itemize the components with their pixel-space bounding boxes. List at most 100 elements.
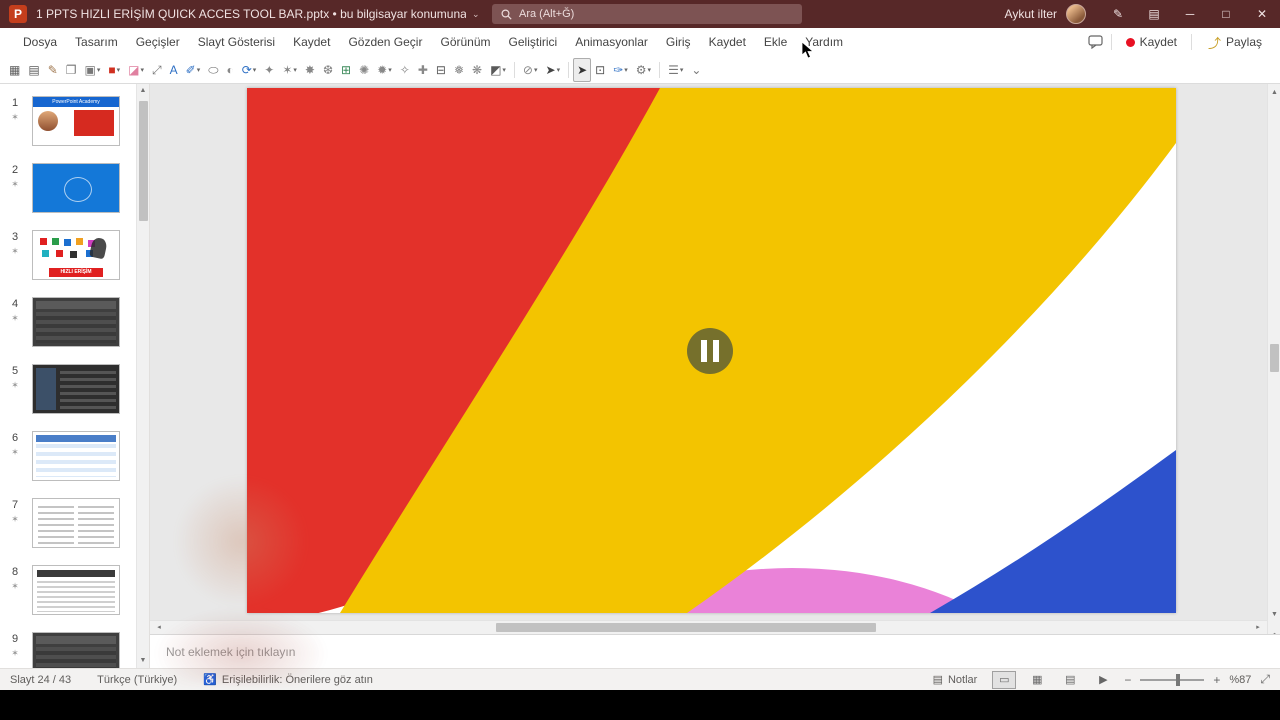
fill-color-icon[interactable]: ■▾ [104, 58, 124, 82]
reading-view-button[interactable]: ▤ [1058, 671, 1082, 689]
horizontal-scrollbar[interactable]: ◂ ▸ [150, 620, 1267, 634]
pause-button[interactable] [687, 328, 733, 374]
sparkle-icon[interactable]: ✧ [396, 58, 414, 82]
panel-scrollbar[interactable]: ▲ ▼ [136, 84, 149, 668]
gradient-fill-icon[interactable]: ◩▾ [486, 58, 510, 82]
scroll-down-icon[interactable]: ▼ [1268, 608, 1280, 622]
slide-thumbnail-8[interactable] [32, 565, 120, 615]
scrollbar-thumb[interactable] [139, 101, 148, 221]
eraser-icon[interactable]: ⊘▾ [519, 58, 542, 82]
comments-icon[interactable] [1088, 35, 1103, 49]
rotate-icon[interactable]: ⟳▾ [238, 58, 261, 82]
user-name[interactable]: Aykut ilter [1005, 7, 1057, 21]
ink-lasso-icon[interactable]: ✑▾ [609, 58, 632, 82]
print-preview-icon[interactable]: ▤ [24, 58, 43, 82]
zoom-in-button[interactable]: + [1213, 673, 1220, 687]
zoom-slider[interactable] [1140, 679, 1204, 681]
star-effect-5-icon[interactable]: ✹▾ [373, 58, 396, 82]
select-cursor-icon[interactable]: ➤ [573, 58, 591, 82]
slide-thumbnail-5[interactable] [32, 364, 120, 414]
menu-animasyonlar[interactable]: Animasyonlar [566, 30, 657, 54]
title-dropdown-chevron-icon[interactable]: ⌄ [472, 9, 480, 20]
select-box-icon[interactable]: ⊡ [591, 58, 609, 82]
scroll-up-icon[interactable]: ▲ [137, 84, 149, 98]
avatar[interactable] [1066, 4, 1086, 24]
slide-thumbnail-3[interactable]: HIZLI ERİŞİM [32, 230, 120, 280]
record-button[interactable]: Kaydet [1120, 32, 1183, 52]
zoom-out-button[interactable]: − [1124, 673, 1131, 687]
menu-slayt-gosterisi[interactable]: Slayt Gösterisi [189, 30, 284, 54]
paste-icon[interactable]: ▣▾ [81, 58, 105, 82]
add-shape-icon[interactable]: ✚ [414, 58, 432, 82]
animation-star-icon: ✶ [5, 380, 25, 391]
scroll-left-icon[interactable]: ◂ [152, 621, 166, 635]
language-indicator[interactable]: Türkçe (Türkiye) [97, 674, 177, 686]
maximize-button[interactable]: □ [1208, 0, 1244, 28]
ribbon-display-options-icon[interactable]: ▤ [1136, 0, 1172, 28]
scroll-down-icon[interactable]: ▼ [137, 654, 149, 668]
scroll-up-icon[interactable]: ▲ [1268, 86, 1280, 100]
normal-view-button[interactable]: ▭ [992, 671, 1016, 689]
accessibility-checker[interactable]: ♿ Erişilebilirlik: Önerilere göz atın [203, 673, 373, 686]
fit-to-window-button[interactable]: ⤢ [1260, 672, 1270, 687]
menu-yardim[interactable]: Yardım [796, 30, 852, 54]
settings-gear-icon[interactable]: ⚙▾ [632, 58, 655, 82]
shape-ellipse-icon[interactable]: ⬭ [204, 58, 222, 82]
minimize-button[interactable]: ─ [1172, 0, 1208, 28]
copy-icon[interactable]: ❐ [62, 58, 81, 82]
notes-toggle[interactable]: ▤ Notlar [933, 673, 978, 686]
fill-color-glyph: ■ [108, 64, 115, 76]
resize-icon[interactable]: ⤢ [148, 58, 166, 82]
menu-gelistirici[interactable]: Geliştirici [500, 30, 567, 54]
slide-sorter-view-button[interactable]: ▦ [1025, 671, 1049, 689]
slide-thumbnail-6[interactable] [32, 431, 120, 481]
menu-gozden-gecir[interactable]: Gözden Geçir [339, 30, 431, 54]
format-painter-icon[interactable]: ✎ [44, 58, 62, 82]
menu-giris[interactable]: Giriş [657, 30, 700, 54]
star-effect-3-icon[interactable]: ✸ [301, 58, 319, 82]
zoom-slider-handle[interactable] [1176, 674, 1180, 686]
more-commands-icon[interactable]: ⌄ [687, 58, 705, 82]
ink-pen-icon[interactable]: ✐▾ [182, 58, 205, 82]
share-button[interactable]: ⤴ Paylaş [1200, 30, 1270, 55]
shadow-effect-icon[interactable]: ◐ [222, 58, 237, 82]
shape-fill-pink-icon[interactable]: ◪▾ [124, 58, 148, 82]
grid-settings-icon[interactable]: ⊟ [432, 58, 450, 82]
scroll-right-icon[interactable]: ▸ [1251, 621, 1265, 635]
menu-kaydet[interactable]: Kaydet [284, 30, 339, 54]
zoom-percentage[interactable]: %87 [1229, 674, 1251, 686]
close-button[interactable]: ✕ [1244, 0, 1280, 28]
menu-gorunum[interactable]: Görünüm [431, 30, 499, 54]
star-burst-icon[interactable]: ❋ [468, 58, 486, 82]
menu-dosya[interactable]: Dosya [14, 30, 66, 54]
notes-pane[interactable]: Not eklemek için tıklayın [150, 634, 1280, 668]
record-dot-icon [1126, 38, 1135, 47]
star-effect-1-icon[interactable]: ✦ [260, 58, 278, 82]
align-table-icon[interactable]: ⊞ [337, 58, 355, 82]
slideshow-view-button[interactable]: ▶ [1091, 671, 1115, 689]
slide-thumbnail-7[interactable] [32, 498, 120, 548]
menu-kaydet[interactable]: Kaydet [700, 30, 755, 54]
slide-thumbnail-4[interactable] [32, 297, 120, 347]
slide-thumbnail-1[interactable]: PowerPoint Academy [32, 96, 120, 146]
vertical-scrollbar[interactable]: ▲ ▼ ⌃ ⌄ [1267, 84, 1280, 668]
star-effect-4-icon[interactable]: ✺ [355, 58, 373, 82]
scrollbar-thumb[interactable] [1270, 344, 1279, 372]
slide-sorter-view-icon[interactable]: ▦ [5, 58, 24, 82]
menu-tasarim[interactable]: Tasarım [66, 30, 127, 54]
bullet-list-icon[interactable]: ☰▾ [664, 58, 687, 82]
menu-gecisler[interactable]: Geçişler [127, 30, 189, 54]
search-box[interactable]: Ara (Alt+Ğ) [492, 4, 802, 24]
snowflake-effect-icon[interactable]: ❆ [319, 58, 337, 82]
pen-tools-icon[interactable]: ✎ [1100, 0, 1136, 28]
menu-ekle[interactable]: Ekle [755, 30, 796, 54]
slide-canvas[interactable] [247, 88, 1176, 613]
slide-thumbnail-2[interactable] [32, 163, 120, 213]
cursor-arrow-icon[interactable]: ➤▾ [542, 58, 565, 82]
text-box-icon[interactable]: A [166, 58, 182, 82]
slide-thumbnail-9[interactable] [32, 632, 120, 668]
snowflake-2-icon[interactable]: ❅ [450, 58, 468, 82]
star-effect-2-icon[interactable]: ✶▾ [278, 58, 301, 82]
shape-ellipse-glyph: ⬭ [208, 64, 218, 76]
scrollbar-thumb[interactable] [496, 623, 876, 632]
